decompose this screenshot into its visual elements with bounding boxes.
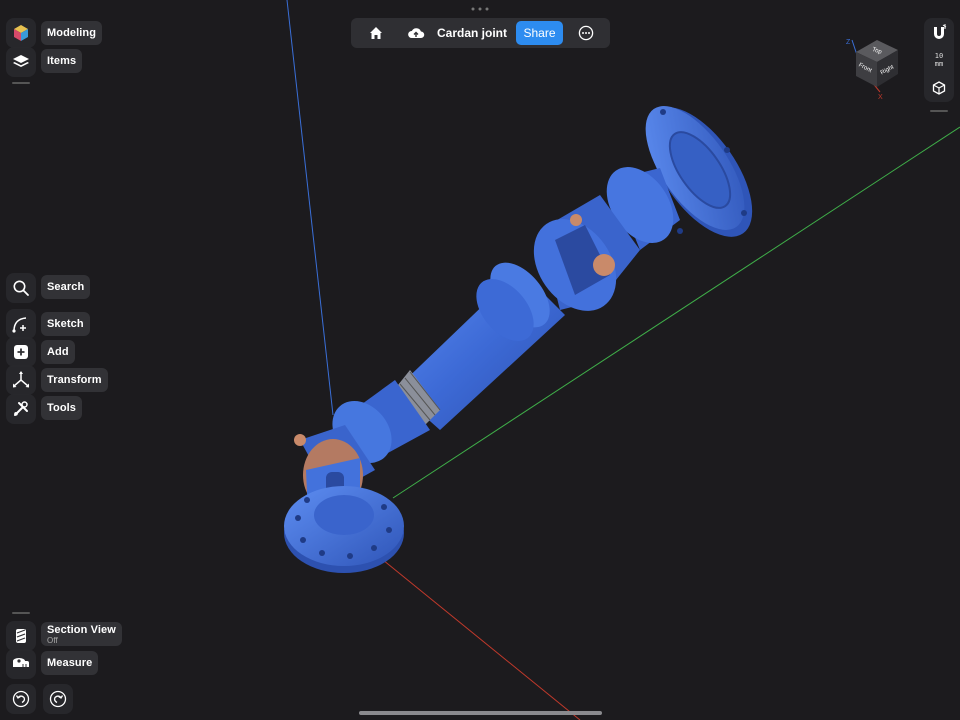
add-icon [14,345,28,359]
section-view-state: Off [47,636,58,645]
section-view-label[interactable]: Section View Off [41,622,122,646]
measure-button[interactable] [6,649,36,679]
sketch-icon [12,317,27,333]
undo-icon [12,690,30,708]
more-button[interactable] [573,18,599,48]
tools-icon [14,401,28,416]
viewport-canvas[interactable] [0,0,960,720]
home-indicator[interactable] [359,711,602,715]
section-view-button[interactable] [6,621,36,651]
share-button[interactable]: Share [516,21,563,45]
axis-x-line [382,559,581,720]
tools-label[interactable]: Tools [41,396,83,420]
items-label[interactable]: Items [41,49,83,73]
view-cube[interactable]: Z X Top Front Right [842,32,912,102]
magnet-icon [934,24,947,39]
home-icon [370,27,382,39]
section-view-icon [16,629,26,643]
divider [930,110,948,112]
transform-button[interactable] [6,365,36,395]
transform-icon [13,371,29,388]
more-icon [578,25,594,41]
modeling-label[interactable]: Modeling [41,21,103,45]
layers-icon [13,55,29,67]
grid-scale-value: 10 [934,52,944,60]
search-button[interactable] [6,273,36,303]
items-button[interactable] [6,47,36,77]
search-label[interactable]: Search [41,275,91,299]
redo-button[interactable] [43,684,73,714]
redo-icon [49,690,67,708]
axis-x-label: X [878,94,883,101]
divider [12,612,30,614]
view-style-icon [932,81,946,95]
modeling-button[interactable] [6,18,36,48]
transform-label[interactable]: Transform [41,368,108,392]
sketch-label[interactable]: Sketch [41,312,90,336]
drag-handle-icon[interactable] [471,7,489,11]
search-icon [13,280,29,296]
measure-icon [13,658,29,667]
tools-button[interactable] [6,394,36,424]
grid-scale[interactable]: 10 mm [924,52,954,68]
axis-z-label: Z [846,39,851,46]
document-title[interactable]: Cardan joint [437,18,507,48]
cardan-joint-model[interactable] [284,90,773,573]
add-button[interactable] [6,337,36,367]
section-view-title: Section View [47,624,116,636]
sketch-button[interactable] [6,309,36,339]
snap-button[interactable] [930,24,948,42]
right-toolbar: 10 mm [924,18,954,102]
undo-button[interactable] [6,684,36,714]
document-toolbar: Cardan joint Share [351,18,610,48]
grid-scale-unit: mm [934,60,944,68]
measure-label[interactable]: Measure [41,651,99,675]
axis-z-line [286,0,334,416]
divider [12,82,30,84]
cloud-upload-icon [408,28,425,38]
home-button[interactable] [363,18,389,48]
cloud-sync-button[interactable] [403,18,429,48]
add-label[interactable]: Add [41,340,75,364]
modeling-icon [14,25,28,41]
view-style-button[interactable] [931,80,947,96]
